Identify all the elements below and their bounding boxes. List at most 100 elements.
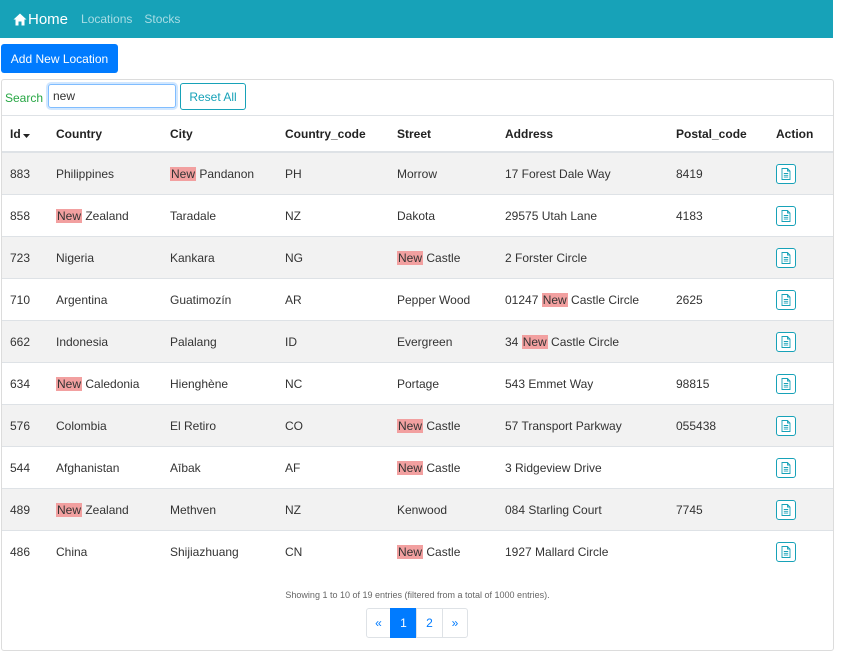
nav-link-locations[interactable]: Locations <box>81 12 132 26</box>
cell-street: New Castle <box>389 404 497 447</box>
cell-id: 710 <box>2 278 48 321</box>
document-icon <box>781 419 791 432</box>
cell-address: 3 Ridgeview Drive <box>497 446 668 489</box>
cell-country: China <box>48 530 162 572</box>
column-header-street[interactable]: Street <box>389 116 497 153</box>
cell-city: El Retiro <box>162 404 277 447</box>
table-row: 489 New Zealand Methven NZ Kenwood 084 Starli… <box>2 488 833 531</box>
document-icon <box>781 377 791 390</box>
cell-action <box>768 488 833 531</box>
column-header-postal-code[interactable]: Postal_code <box>668 116 768 153</box>
document-icon <box>781 545 791 558</box>
add-new-location-button[interactable]: Add New Location <box>1 44 118 73</box>
cell-postal-code <box>668 320 768 363</box>
search-label: Search <box>5 91 44 105</box>
cell-id: 544 <box>2 446 48 489</box>
view-details-button[interactable] <box>776 499 796 520</box>
search-highlight: New <box>521 334 548 349</box>
view-details-button[interactable] <box>776 415 796 436</box>
cell-country-code: NZ <box>277 194 389 237</box>
cell-street: Portage <box>389 362 497 405</box>
view-details-button[interactable] <box>776 373 796 394</box>
cell-country-code: NZ <box>277 488 389 531</box>
cell-action <box>768 404 833 447</box>
cell-postal-code: 055438 <box>668 404 768 447</box>
cell-city: Taradale <box>162 194 277 237</box>
search-highlight: New <box>397 250 424 265</box>
view-details-button[interactable] <box>776 457 796 478</box>
cell-country: New Zealand <box>48 488 162 531</box>
pagination-next-button[interactable]: » <box>442 608 468 638</box>
cell-country-code: ID <box>277 320 389 363</box>
cell-country: New Caledonia <box>48 362 162 405</box>
document-icon <box>781 251 791 264</box>
cell-country: Indonesia <box>48 320 162 363</box>
column-header-address[interactable]: Address <box>497 116 668 153</box>
cell-action <box>768 446 833 489</box>
table-row: 723 Nigeria Kankara NG New Castle 2 Forster C… <box>2 236 833 279</box>
document-icon <box>781 167 791 180</box>
column-header-id[interactable]: Id <box>2 116 48 153</box>
document-icon <box>781 461 791 474</box>
pagination-prev-button[interactable]: « <box>366 608 391 638</box>
search-highlight: New <box>541 292 568 307</box>
document-icon <box>781 293 791 306</box>
cell-postal-code: 4183 <box>668 194 768 237</box>
search-highlight: New <box>56 376 83 391</box>
reset-all-button[interactable]: Reset All <box>180 83 246 110</box>
cell-postal-code: 2625 <box>668 278 768 321</box>
cell-country: Afghanistan <box>48 446 162 489</box>
cell-action <box>768 194 833 237</box>
column-header-city[interactable]: City <box>162 116 277 153</box>
search-input[interactable] <box>48 84 176 108</box>
brand-home-link[interactable]: Home <box>13 11 68 28</box>
search-highlight: New <box>397 418 424 433</box>
cell-address: 01247 New Castle Circle <box>497 278 668 321</box>
locations-panel: Search Reset All Id Country City Country… <box>1 79 834 651</box>
view-details-button[interactable] <box>776 289 796 310</box>
table-header-row: Id Country City Country_code Street Addr… <box>2 116 833 153</box>
cell-city: Kankara <box>162 236 277 279</box>
cell-street: Pepper Wood <box>389 278 497 321</box>
cell-street: Dakota <box>389 194 497 237</box>
column-header-country-code[interactable]: Country_code <box>277 116 389 153</box>
cell-postal-code <box>668 236 768 279</box>
cell-street: New Castle <box>389 446 497 489</box>
cell-country-code: NC <box>277 362 389 405</box>
cell-action <box>768 362 833 405</box>
cell-id: 576 <box>2 404 48 447</box>
cell-country: Colombia <box>48 404 162 447</box>
cell-city: Palalang <box>162 320 277 363</box>
view-details-button[interactable] <box>776 541 796 562</box>
column-header-country[interactable]: Country <box>48 116 162 153</box>
cell-postal-code <box>668 446 768 489</box>
cell-address: 17 Forest Dale Way <box>497 151 668 195</box>
cell-id: 723 <box>2 236 48 279</box>
cell-id: 883 <box>2 151 48 195</box>
cell-city: Aībak <box>162 446 277 489</box>
pagination-page-1[interactable]: 1 <box>390 608 417 638</box>
navbar: Home Locations Stocks <box>0 0 833 38</box>
cell-city: Hienghène <box>162 362 277 405</box>
cell-city: Shijiazhuang <box>162 530 277 572</box>
search-highlight: New <box>397 544 424 559</box>
cell-country-code: AR <box>277 278 389 321</box>
table-row: 634 New Caledonia Hienghène NC Portage 543 Em… <box>2 362 833 405</box>
cell-address: 1927 Mallard Circle <box>497 530 668 572</box>
cell-country-code: CO <box>277 404 389 447</box>
pagination-page-2[interactable]: 2 <box>416 608 443 638</box>
view-details-button[interactable] <box>776 205 796 226</box>
table-row: 710 Argentina Guatimozín AR Pepper Wood 01247… <box>2 278 833 321</box>
search-highlight: New <box>170 166 197 181</box>
view-details-button[interactable] <box>776 163 796 184</box>
cell-id: 858 <box>2 194 48 237</box>
table-row: 858 New Zealand Taradale NZ Dakota 29575 Utah… <box>2 194 833 237</box>
view-details-button[interactable] <box>776 331 796 352</box>
cell-street: Morrow <box>389 151 497 195</box>
cell-action <box>768 530 833 572</box>
cell-city: Methven <box>162 488 277 531</box>
nav-link-stocks[interactable]: Stocks <box>144 12 180 26</box>
view-details-button[interactable] <box>776 247 796 268</box>
cell-id: 662 <box>2 320 48 363</box>
cell-id: 489 <box>2 488 48 531</box>
